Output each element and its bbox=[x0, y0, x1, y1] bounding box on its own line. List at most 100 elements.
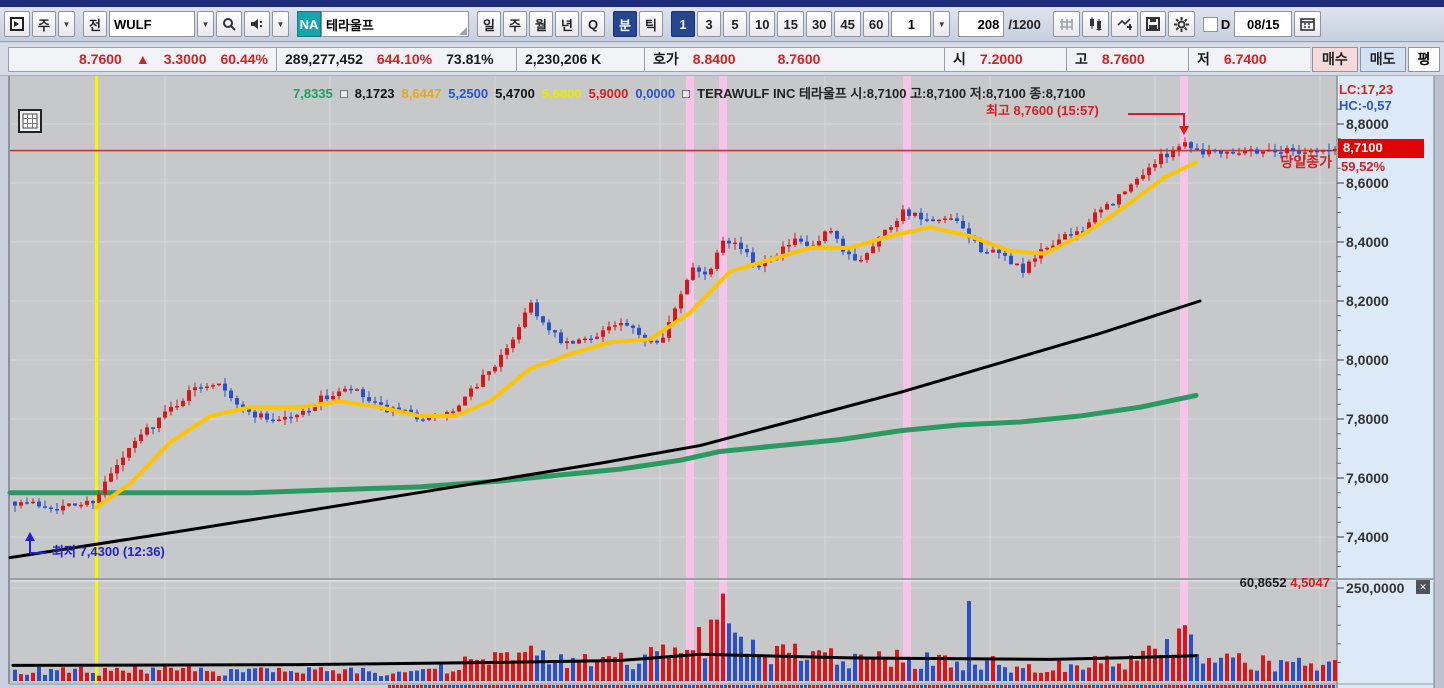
stock-chart-window: 주 ▼ 전 WULF ▼ ▼ NA 테라울프 일 주 월 년 Q 분 틱 1 3… bbox=[0, 0, 1444, 688]
symbol-search-button[interactable] bbox=[216, 11, 242, 37]
legend-marker-icon bbox=[339, 90, 348, 98]
symbol-dropdown-button[interactable]: ▼ bbox=[197, 11, 214, 37]
legend-value: 0,0000 bbox=[635, 86, 676, 101]
speaker-icon bbox=[251, 19, 262, 29]
bar-total-label: /1200 bbox=[1008, 16, 1041, 32]
chart-settings-button[interactable] bbox=[1167, 11, 1195, 37]
interval-30-button[interactable]: 30 bbox=[805, 11, 833, 37]
lc-indicator: LC:17,23 bbox=[1339, 82, 1394, 97]
period-month-button[interactable]: 월 bbox=[529, 11, 553, 37]
grid-icon bbox=[22, 113, 38, 129]
interval-3-button[interactable]: 3 bbox=[697, 11, 721, 37]
avg-marker-button[interactable]: 평 bbox=[1407, 46, 1441, 72]
legend-value: 5,6800 bbox=[541, 86, 582, 101]
line-add-button[interactable] bbox=[1110, 11, 1138, 37]
trellis-tool-button[interactable] bbox=[1052, 11, 1080, 37]
low-label: 저 bbox=[1197, 51, 1210, 67]
legend-value: 5,9000 bbox=[588, 86, 629, 101]
legend-marker-icon bbox=[682, 90, 691, 98]
daily-close-line-label: 당일종가 bbox=[1280, 154, 1332, 170]
volume-axis-label: 250,0000 bbox=[1346, 580, 1405, 596]
high-cell: 고 8.7600 bbox=[1066, 46, 1188, 72]
open-price: 7.2000 bbox=[979, 51, 1023, 67]
interval-1-button[interactable]: 1 bbox=[671, 11, 695, 37]
symbol-input[interactable]: WULF bbox=[109, 11, 195, 37]
stock-name-field[interactable]: 테라울프 bbox=[321, 11, 469, 37]
y-axis-tick-label: 8,0000 bbox=[1346, 352, 1389, 368]
amount-cell: 2,230,206 K bbox=[516, 46, 644, 72]
interval-custom-input[interactable]: 1 bbox=[891, 11, 932, 37]
period-day-button[interactable]: 일 bbox=[477, 11, 501, 37]
hoga-label: 호가 bbox=[653, 51, 679, 67]
turnover-rate: 73.81% bbox=[446, 51, 494, 67]
mode-minute-button[interactable]: 분 bbox=[613, 11, 637, 37]
bid-price: 8.7600 bbox=[777, 51, 821, 67]
session-low-annotation: 최저 7,4300 (12:36) bbox=[52, 544, 165, 559]
quote-status-bar: 8.7600 ▲ 3.3000 60.44% 289,277,452 644.1… bbox=[0, 43, 1444, 76]
current-price-box: 8,7100 bbox=[1338, 139, 1424, 158]
legend-value: 5,4700 bbox=[495, 86, 535, 101]
high-label: 고 bbox=[1075, 51, 1088, 67]
sell-marker-button[interactable]: 매도 bbox=[1359, 46, 1406, 72]
panel-toggle-button[interactable] bbox=[4, 11, 30, 37]
buy-marker-button[interactable]: 매수 bbox=[1312, 46, 1358, 72]
bar-count-input[interactable]: 208 bbox=[958, 11, 1005, 37]
indicator-legend: 7,8335 8,1723 8,6447 5,2500 5,4700 5,6800 5,90… bbox=[293, 83, 1085, 102]
chart-grid-button[interactable] bbox=[18, 109, 42, 133]
current-change-percent: 59,52% bbox=[1341, 159, 1386, 174]
volume-indicator-values: 60,8652 4,5047 bbox=[1239, 575, 1330, 590]
stock-title: TERAWULF INC 테라울프 시:8,7100 고:8,7100 저:8,… bbox=[697, 86, 1086, 101]
legend-value: 5,2500 bbox=[448, 86, 489, 101]
period-year-button[interactable]: 년 bbox=[555, 11, 579, 37]
prev-chart-button[interactable]: 전 bbox=[83, 11, 107, 37]
legend-value: 7,8335 bbox=[293, 86, 333, 101]
sound-dropdown-button[interactable]: ▼ bbox=[272, 11, 289, 37]
y-axis-tick-label: 8,2000 bbox=[1346, 293, 1389, 309]
mode-tick-button[interactable]: 틱 bbox=[639, 11, 663, 37]
period-week-button[interactable]: 주 bbox=[503, 11, 527, 37]
volume-rate: 644.10% bbox=[376, 51, 433, 67]
y-axis-tick-label: 7,8000 bbox=[1346, 411, 1389, 427]
volume-cell: 289,277,452 644.10% 73.81% bbox=[276, 46, 516, 72]
search-icon bbox=[223, 18, 236, 31]
last-price: 8.7600 bbox=[79, 51, 122, 67]
y-axis-tick-label: 8,4000 bbox=[1346, 234, 1389, 250]
interval-45-button[interactable]: 45 bbox=[834, 11, 861, 37]
d-checkbox[interactable] bbox=[1202, 16, 1218, 32]
amount-value: 2,230,206 K bbox=[525, 51, 602, 67]
date-input[interactable]: 08/15 bbox=[1234, 11, 1293, 37]
gear-icon bbox=[1173, 16, 1189, 32]
interval-5-button[interactable]: 5 bbox=[723, 11, 747, 37]
y-axis-tick-label: 8,6000 bbox=[1346, 175, 1389, 191]
calendar-icon bbox=[1300, 18, 1316, 31]
trellis-icon bbox=[1059, 18, 1073, 30]
y-axis-tick-label: 8,8000 bbox=[1346, 116, 1389, 132]
hoga-cell: 호가 8.8400 8.7600 bbox=[644, 46, 944, 72]
hc-indicator: HC:-0,57 bbox=[1339, 98, 1392, 113]
line-add-icon bbox=[1117, 18, 1132, 30]
candle-edit-icon bbox=[1089, 17, 1102, 31]
interval-dropdown-button[interactable]: ▼ bbox=[933, 11, 951, 37]
y-axis-tick-label: 7,4000 bbox=[1346, 529, 1389, 545]
period-quarter-button[interactable]: Q bbox=[581, 11, 605, 37]
y-axis-tick-label: 7,6000 bbox=[1346, 470, 1389, 486]
save-chart-button[interactable] bbox=[1139, 11, 1166, 37]
candlestick-chart-canvas[interactable]: 8,8000 8,6000 8,4000 8,2000 8,0000 7,8000 7,60… bbox=[0, 76, 1444, 688]
interval-10-button[interactable]: 10 bbox=[749, 11, 776, 37]
ask-price: 8.8400 bbox=[692, 51, 736, 67]
cycle-week-button[interactable]: 주 bbox=[32, 11, 56, 37]
resize-grip-icon[interactable] bbox=[459, 27, 467, 35]
calendar-button[interactable] bbox=[1294, 11, 1322, 37]
candle-edit-button[interactable] bbox=[1081, 11, 1109, 37]
open-cell: 시 7.2000 bbox=[944, 46, 1066, 72]
legend-value: 8,6447 bbox=[401, 86, 442, 101]
change-percent: 60.44% bbox=[220, 51, 268, 67]
cycle-dropdown-button[interactable]: ▼ bbox=[58, 11, 75, 37]
interval-60-button[interactable]: 60 bbox=[862, 11, 890, 37]
volume-pane-close-button[interactable]: ✕ bbox=[1416, 580, 1430, 594]
legend-value: 8,1723 bbox=[354, 86, 395, 101]
change-arrow-icon: ▲ bbox=[135, 51, 150, 67]
sound-button[interactable] bbox=[244, 11, 270, 37]
change-value: 3.3000 bbox=[163, 51, 207, 67]
interval-15-button[interactable]: 15 bbox=[777, 11, 804, 37]
